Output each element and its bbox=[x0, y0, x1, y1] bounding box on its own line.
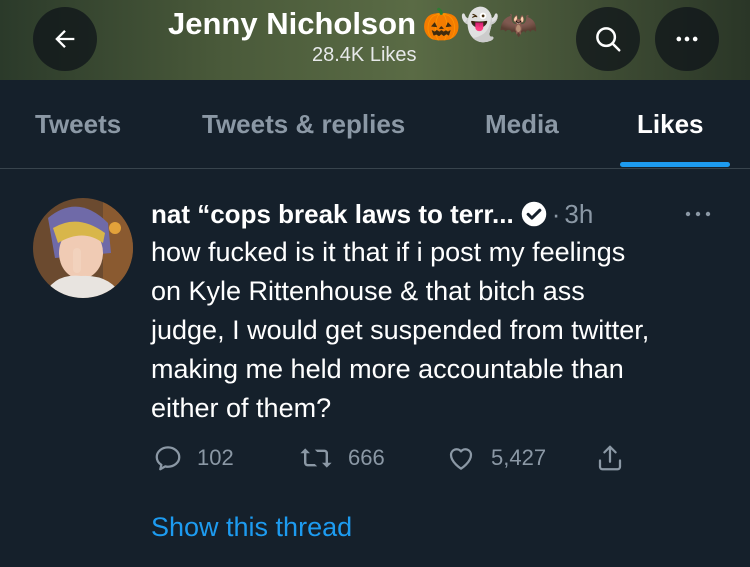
more-button[interactable] bbox=[655, 7, 719, 71]
retweet-count: 666 bbox=[348, 445, 385, 470]
back-button[interactable] bbox=[33, 7, 97, 71]
tab-tweets[interactable]: Tweets bbox=[35, 109, 121, 140]
arrow-left-icon bbox=[55, 30, 75, 48]
more-horizontal-icon bbox=[676, 36, 698, 42]
active-tab-indicator bbox=[620, 162, 730, 167]
profile-tabs: Tweets Tweets & replies Media Likes bbox=[0, 81, 750, 169]
heart-icon bbox=[449, 448, 473, 470]
profile-name-text: Jenny Nicholson bbox=[168, 6, 417, 41]
separator-dot: · bbox=[551, 198, 561, 229]
show-thread-link[interactable]: Show this thread bbox=[151, 512, 352, 543]
avatar[interactable] bbox=[33, 198, 133, 298]
reply-count: 102 bbox=[197, 445, 234, 470]
avatar-image bbox=[33, 198, 133, 298]
like-count: 5,427 bbox=[491, 445, 547, 470]
likes-count: 28.4K Likes bbox=[312, 44, 417, 66]
profile-header: Jenny Nicholson 🎃👻🦇 28.4K Likes bbox=[0, 0, 750, 80]
profile-name: Jenny Nicholson 🎃👻🦇 bbox=[168, 6, 538, 42]
verified-badge-icon bbox=[521, 201, 546, 227]
reply-icon bbox=[155, 446, 181, 471]
tweet-header: nat “cops break laws to terr... · 3h bbox=[151, 197, 731, 231]
more-horizontal-icon bbox=[685, 211, 711, 217]
tab-likes[interactable]: Likes bbox=[637, 109, 704, 140]
retweet-icon bbox=[300, 448, 332, 468]
like-button[interactable]: 5,427 bbox=[445, 440, 546, 476]
tab-tweets-replies[interactable]: Tweets & replies bbox=[202, 109, 405, 140]
title-emojis: 🎃👻🦇 bbox=[422, 6, 538, 42]
search-icon bbox=[596, 27, 621, 52]
author-name[interactable]: nat “cops break laws to terr... bbox=[151, 199, 514, 230]
tab-media[interactable]: Media bbox=[485, 109, 559, 140]
retweet-button[interactable]: 666 bbox=[298, 440, 385, 476]
share-button[interactable] bbox=[595, 440, 639, 476]
tweet-text: how fucked is it that if i post my feeli… bbox=[151, 237, 650, 423]
tweet-time[interactable]: 3h bbox=[564, 199, 593, 230]
search-button[interactable] bbox=[576, 7, 640, 71]
reply-button[interactable]: 102 bbox=[153, 440, 234, 476]
share-icon bbox=[598, 445, 622, 471]
tweet-more-button[interactable] bbox=[680, 200, 716, 233]
